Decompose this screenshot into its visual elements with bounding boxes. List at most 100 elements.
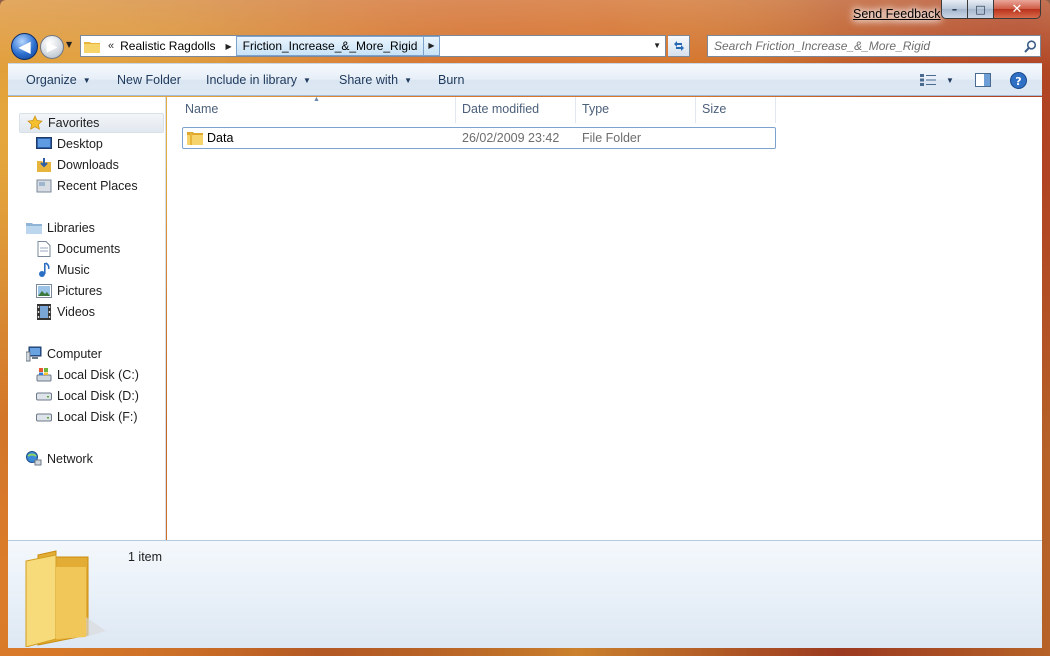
help-button[interactable]: ? [1008, 71, 1028, 89]
organize-label: Organize [26, 73, 77, 87]
include-in-library-label: Include in library [206, 73, 298, 87]
details-pane: 1 item [8, 540, 1042, 648]
new-folder-button[interactable]: New Folder [117, 73, 181, 87]
column-divider[interactable] [575, 97, 576, 123]
search-icon[interactable] [1020, 39, 1040, 53]
sidebar-item-label: Local Disk (D:) [57, 389, 139, 403]
sidebar-item-downloads[interactable]: Downloads [36, 155, 119, 175]
send-feedback-link[interactable]: Send Feedback [853, 7, 941, 21]
sidebar-item-label: Libraries [47, 221, 95, 235]
videos-icon [36, 304, 52, 320]
close-button[interactable]: ✕ [994, 0, 1041, 19]
preview-pane-icon [975, 73, 991, 87]
sidebar-item-label: Documents [57, 242, 121, 256]
view-options-dropdown[interactable]: ▼ [940, 71, 960, 89]
forward-arrow-icon: ▶ [46, 39, 58, 55]
libraries-icon [26, 220, 42, 236]
burn-label: Burn [438, 73, 465, 87]
recent-pages-dropdown[interactable]: ▼ [66, 40, 72, 49]
sidebar-item-label: Computer [47, 347, 102, 361]
organize-menu[interactable]: Organize ▼ [26, 73, 91, 87]
address-bar[interactable]: « Realistic Ragdolls ▶ Friction_Increase… [80, 35, 666, 57]
sidebar-item-label: Favorites [48, 116, 100, 130]
breadcrumb-realistic-ragdolls[interactable]: Realistic Ragdolls [114, 36, 221, 56]
music-icon [36, 262, 52, 278]
burn-button[interactable]: Burn [438, 73, 464, 87]
documents-icon [36, 241, 52, 257]
sidebar-item-label: Downloads [57, 158, 119, 172]
navigation-pane: Favorites Desktop Downloads Recent Place… [8, 97, 166, 540]
maximize-button[interactable]: □ [968, 0, 994, 19]
view-list-icon [920, 74, 936, 86]
minimize-button[interactable]: – [941, 0, 968, 19]
sidebar-item-label: Local Disk (F:) [57, 410, 138, 424]
desktop-icon [36, 136, 52, 152]
sidebar-item-desktop[interactable]: Desktop [36, 134, 103, 154]
breadcrumb-current-folder[interactable]: Friction_Increase_&_More_Rigid [235, 36, 425, 56]
file-type: File Folder [582, 131, 642, 145]
column-header-size[interactable]: Size [702, 102, 726, 116]
column-divider[interactable] [775, 97, 776, 123]
sidebar-item-label: Desktop [57, 137, 103, 151]
sidebar-item-music[interactable]: Music [36, 260, 90, 280]
refresh-button[interactable] [668, 35, 690, 57]
sidebar-item-label: Videos [57, 305, 95, 319]
folder-icon [187, 131, 203, 145]
forward-button[interactable]: ▶ [40, 35, 64, 59]
sidebar-item-computer[interactable]: Computer [26, 344, 102, 364]
sidebar-item-libraries[interactable]: Libraries [26, 218, 95, 238]
preview-pane-button[interactable] [973, 71, 993, 89]
large-folder-icon [18, 547, 108, 648]
chevron-down-icon: ▼ [946, 75, 954, 85]
file-name: Data [207, 131, 234, 145]
chevron-down-icon: ▼ [82, 75, 91, 85]
column-header-type[interactable]: Type [582, 102, 609, 116]
downloads-icon [36, 157, 52, 173]
sidebar-item-label: Recent Places [57, 179, 138, 193]
recent-places-icon [36, 178, 52, 194]
include-in-library-menu[interactable]: Include in library ▼ [206, 73, 311, 87]
column-divider[interactable] [455, 97, 456, 123]
computer-icon [26, 346, 42, 362]
sidebar-item-local-disk-f[interactable]: Local Disk (F:) [36, 407, 138, 427]
item-count: 1 item [128, 550, 163, 564]
refresh-icon [673, 41, 684, 51]
file-list: ▲ Name Date modified Type Size Data 26/0… [167, 96, 1042, 540]
sidebar-item-pictures[interactable]: Pictures [36, 281, 102, 301]
navigation-bar: ◀ ▶ ▼ « Realistic Ragdolls ▶ Friction_In… [8, 30, 1042, 62]
caption-buttons: – □ ✕ [941, 0, 1041, 20]
breadcrumb-arrow-icon[interactable]: ▶ [424, 36, 440, 56]
column-divider[interactable] [695, 97, 696, 123]
change-view-button[interactable] [918, 71, 938, 89]
command-bar: Organize ▼ New Folder Include in library… [8, 63, 1042, 96]
sidebar-item-videos[interactable]: Videos [36, 302, 95, 322]
sidebar-item-favorites[interactable]: Favorites [19, 113, 164, 133]
file-date-modified: 26/02/2009 23:42 [462, 131, 560, 145]
folder-icon [84, 40, 100, 53]
back-button[interactable]: ◀ [11, 33, 38, 60]
share-with-menu[interactable]: Share with ▼ [339, 73, 412, 87]
search-box[interactable] [707, 35, 1041, 57]
table-row[interactable]: Data 26/02/2009 23:42 File Folder [182, 127, 776, 149]
sidebar-item-label: Network [47, 452, 93, 466]
column-header-name[interactable]: Name [185, 102, 218, 116]
sidebar-item-documents[interactable]: Documents [36, 239, 120, 259]
breadcrumb-arrow-icon[interactable]: ▶ [222, 42, 236, 51]
chevron-down-icon: ▼ [404, 75, 412, 85]
column-header-date-modified[interactable]: Date modified [462, 102, 539, 116]
sidebar-item-label: Pictures [57, 284, 103, 298]
sidebar-item-recent-places[interactable]: Recent Places [36, 176, 138, 196]
search-input[interactable] [708, 36, 1020, 56]
sidebar-item-network[interactable]: Network [26, 449, 93, 469]
drive-icon [36, 388, 52, 404]
sidebar-item-local-disk-d[interactable]: Local Disk (D:) [36, 386, 139, 406]
chevron-down-icon: ▼ [303, 75, 311, 85]
sidebar-item-local-disk-c[interactable]: Local Disk (C:) [36, 365, 139, 385]
system-drive-icon [36, 367, 52, 383]
network-icon [26, 451, 42, 467]
drive-icon [36, 409, 52, 425]
sort-ascending-icon: ▲ [313, 96, 320, 103]
back-arrow-icon: ◀ [18, 37, 31, 56]
share-with-label: Share with [339, 73, 399, 87]
address-dropdown-icon[interactable]: ▼ [653, 41, 661, 50]
